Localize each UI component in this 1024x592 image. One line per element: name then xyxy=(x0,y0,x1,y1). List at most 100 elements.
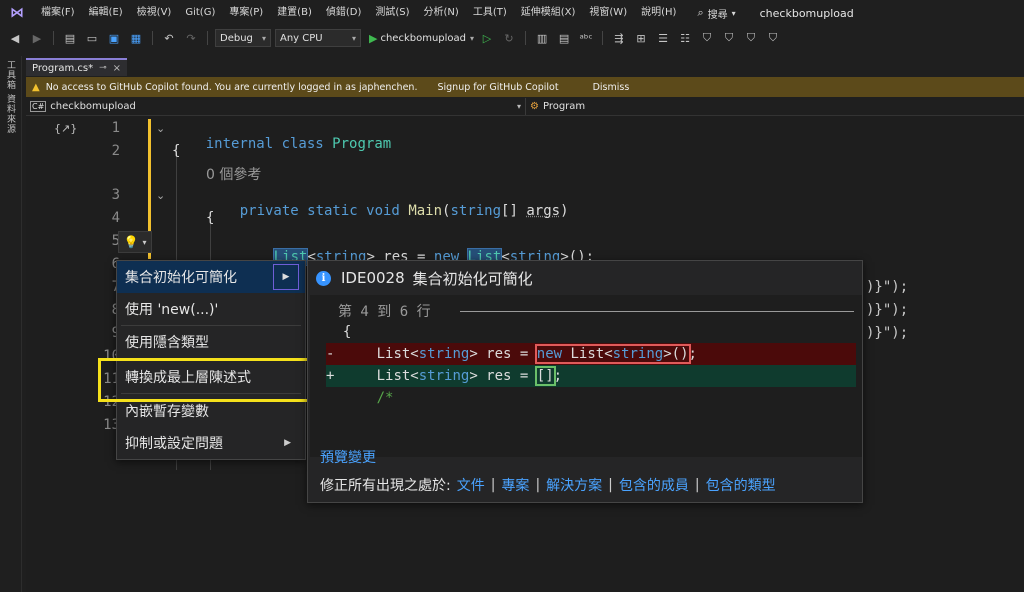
code-token: string xyxy=(418,346,470,362)
bookmark-icon[interactable]: ⛉ xyxy=(698,29,716,47)
project-dropdown[interactable]: C# checkbomupload ▾ xyxy=(26,98,526,115)
chevron-down-icon: ▾ xyxy=(142,237,147,247)
code-lens-icon[interactable]: {↗} xyxy=(54,122,77,135)
class-icon: ⚙ xyxy=(530,101,539,112)
code-token: ; xyxy=(688,346,697,362)
prev-bookmark-icon[interactable]: ⛉ xyxy=(720,29,738,47)
open-folder-icon[interactable]: ▭ xyxy=(83,29,101,47)
code-token: string xyxy=(450,203,502,219)
forward-icon[interactable]: ▶ xyxy=(28,29,46,47)
menu-git[interactable]: Git(G) xyxy=(178,0,222,26)
comment-icon[interactable]: ☰ xyxy=(654,29,672,47)
platform-dropdown[interactable]: Any CPU ▾ xyxy=(275,29,361,47)
submenu-arrow-icon: ▶ xyxy=(284,438,291,448)
hot-reload-icon[interactable]: ↻ xyxy=(500,29,518,47)
code-line-tail: )}"); xyxy=(866,325,909,341)
back-icon[interactable]: ◀ xyxy=(6,29,24,47)
redo-icon[interactable]: ↷ xyxy=(182,29,200,47)
fix-all-containing-member-link[interactable]: 包含的成員 xyxy=(619,475,689,495)
align-icon[interactable]: ⊞ xyxy=(632,29,650,47)
menu-item-top-level-statements[interactable]: 轉換成最上層陳述式 xyxy=(117,361,305,393)
collapse-icon[interactable]: ⌄ xyxy=(156,122,165,135)
tool-window-strip: 工具箱 資料來源 xyxy=(0,56,22,592)
code-token: string xyxy=(418,368,470,384)
play-icon: ▶ xyxy=(369,31,378,45)
uncomment-icon[interactable]: ☷ xyxy=(676,29,694,47)
menu-item-collection-init[interactable]: 集合初始化可簡化 ▶ xyxy=(117,261,305,293)
quick-actions-lightbulb[interactable]: 💡 ▾ xyxy=(118,231,152,253)
fix-all-solution-link[interactable]: 解決方案 xyxy=(546,475,602,495)
code-token: /* xyxy=(376,390,394,406)
toolbox-tab[interactable]: 工具箱 xyxy=(4,60,17,90)
preview-changes-link[interactable]: 預覽變更 xyxy=(320,447,376,467)
submenu-arrow-icon[interactable]: ▶ xyxy=(273,264,299,290)
new-project-icon[interactable]: ▤ xyxy=(61,29,79,47)
copilot-info-bar: ▲ No access to GitHub Copilot found. You… xyxy=(26,77,1024,97)
signup-link[interactable]: Signup for GitHub Copilot xyxy=(437,82,558,93)
menu-item-implicit-type[interactable]: 使用隱含類型 xyxy=(117,326,305,358)
menu-debug[interactable]: 偵錯(D) xyxy=(319,0,369,26)
toolbar-separator xyxy=(152,31,153,45)
menu-window[interactable]: 視窗(W) xyxy=(582,0,634,26)
pin-icon[interactable]: ⊸ xyxy=(99,63,107,73)
separator: | xyxy=(694,477,700,493)
menu-test[interactable]: 測試(S) xyxy=(368,0,416,26)
diff-line-context: /* xyxy=(326,387,856,409)
menu-item-suppress[interactable]: 抑制或設定問題 ▶ xyxy=(117,427,305,459)
next-bookmark-icon[interactable]: ⛉ xyxy=(742,29,760,47)
code-token: > res = xyxy=(469,368,537,384)
data-sources-tab[interactable]: 資料來源 xyxy=(4,94,17,134)
run-target-label: checkbomupload xyxy=(380,32,467,44)
configuration-dropdown[interactable]: Debug ▾ xyxy=(215,29,271,47)
search-box[interactable]: ⌕ 搜尋 ▾ xyxy=(691,6,741,21)
layout-icon[interactable]: ▤ xyxy=(555,29,573,47)
diff-sign: + xyxy=(326,368,335,384)
save-all-icon[interactable]: ▦ xyxy=(127,29,145,47)
save-icon[interactable]: ▣ xyxy=(105,29,123,47)
menu-help[interactable]: 說明(H) xyxy=(634,0,683,26)
toolbar: ◀ ▶ ▤ ▭ ▣ ▦ ↶ ↷ Debug ▾ Any CPU ▾ ▶ chec… xyxy=(0,26,1024,50)
code-token: List< xyxy=(376,346,419,362)
close-icon[interactable]: × xyxy=(113,63,121,74)
tab-program-cs[interactable]: Program.cs* ⊸ × xyxy=(26,58,128,76)
code-lens-references[interactable]: 0 個參考 xyxy=(206,164,261,184)
menu-tools[interactable]: 工具(T) xyxy=(466,0,514,26)
fix-all-document-link[interactable]: 文件 xyxy=(457,475,485,495)
solution-explorer-icon[interactable]: ▥ xyxy=(533,29,551,47)
removed-segment: new List<string>() xyxy=(534,344,691,364)
start-debugging-button[interactable]: ▶ checkbomupload ▾ xyxy=(369,32,474,45)
dismiss-link[interactable]: Dismiss xyxy=(593,82,630,93)
menu-extensions[interactable]: 延伸模組(X) xyxy=(514,0,583,26)
diff-line-context: { xyxy=(326,321,856,343)
menu-analyze[interactable]: 分析(N) xyxy=(417,0,466,26)
spell-check-icon[interactable]: ᵃᵇᶜ xyxy=(577,29,595,47)
preview-diff: 第 4 到 6 行 { - List<string> res = new Lis… xyxy=(310,295,862,457)
format-icon[interactable]: ⇶ xyxy=(610,29,628,47)
visual-studio-logo-icon[interactable]: ⋈ xyxy=(0,0,34,26)
menu-edit[interactable]: 編輯(E) xyxy=(82,0,130,26)
member-dropdown[interactable]: ⚙ Program xyxy=(526,98,1024,115)
start-without-debugging-icon[interactable]: ▷ xyxy=(478,29,496,47)
clear-bookmarks-icon[interactable]: ⛉ xyxy=(764,29,782,47)
diagnostic-id[interactable]: IDE0028 xyxy=(341,269,405,287)
menu-item-label: 內嵌暫存變數 xyxy=(125,404,209,420)
menu-item-inline-temp[interactable]: 內嵌暫存變數 xyxy=(117,395,305,427)
code-token: [] xyxy=(501,203,527,219)
preview-header: i IDE0028 集合初始化可簡化 xyxy=(308,261,862,295)
collapse-icon[interactable]: ⌄ xyxy=(156,189,165,202)
menu-project[interactable]: 專案(P) xyxy=(222,0,270,26)
menu-file[interactable]: 檔案(F) xyxy=(34,0,82,26)
line-number: 4 xyxy=(111,210,120,226)
csharp-project-icon: C# xyxy=(30,101,47,112)
solution-title: checkbomupload xyxy=(759,6,854,20)
menu-view[interactable]: 檢視(V) xyxy=(130,0,179,26)
code-line-4: { xyxy=(206,210,215,226)
code-token: List< xyxy=(562,346,613,362)
menu-item-use-new[interactable]: 使用 'new(...)' xyxy=(117,293,305,325)
fix-all-project-link[interactable]: 專案 xyxy=(501,475,529,495)
toolbar-separator xyxy=(53,31,54,45)
undo-icon[interactable]: ↶ xyxy=(160,29,178,47)
menu-build[interactable]: 建置(B) xyxy=(270,0,319,26)
fix-all-containing-type-link[interactable]: 包含的類型 xyxy=(706,475,776,495)
fix-all-label: 修正所有出現之處於: xyxy=(320,478,451,494)
